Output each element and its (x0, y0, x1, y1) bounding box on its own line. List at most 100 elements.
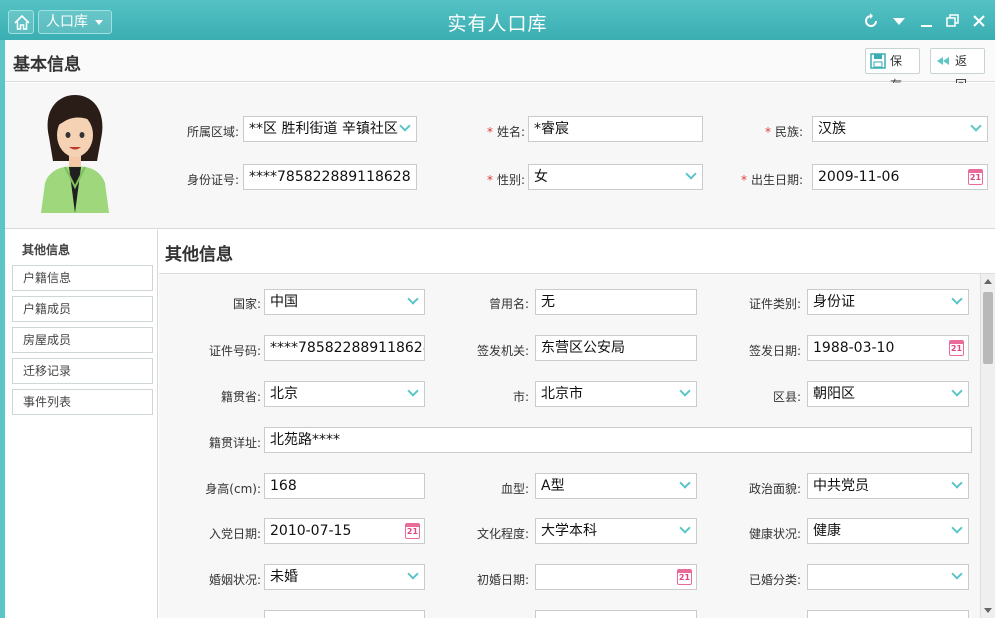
political-select[interactable]: 中共党员 (807, 473, 969, 499)
marital-select[interactable]: 未婚 (264, 564, 425, 590)
province-select[interactable]: 北京 (264, 381, 425, 407)
back-button[interactable]: 返回 (930, 48, 985, 92)
name-value: *睿宸 (534, 121, 569, 137)
chevron-down-icon (685, 168, 697, 180)
region-label: 所属区域: (186, 125, 239, 139)
party-date-field[interactable]: 2010-07-15 21 (264, 518, 425, 544)
blood-type-select[interactable]: A型 (535, 473, 697, 499)
vertical-scrollbar[interactable] (980, 274, 995, 618)
birth-label-text: 出生日期: (750, 173, 803, 187)
marital-label: 婚姻状况: (208, 573, 261, 587)
name-field[interactable]: *睿宸 (528, 116, 703, 142)
chevron-down-icon (951, 477, 963, 489)
blood-type-value: A型 (541, 478, 565, 494)
scroll-down-arrow-icon[interactable] (984, 608, 992, 613)
ethnic-label-text: 民族: (774, 125, 803, 139)
chevron-down-icon (407, 568, 419, 580)
section-title: 基本信息 (13, 55, 81, 75)
first-marriage-date-field[interactable]: 21 (535, 564, 697, 590)
required-mark: * (764, 125, 771, 139)
required-mark: * (486, 173, 493, 187)
ethnic-select[interactable]: 汉族 (812, 116, 988, 142)
doc-type-value: 身份证 (813, 294, 855, 310)
province-label: 籍贯省: (220, 390, 261, 404)
city-value: 北京市 (541, 386, 583, 402)
partial-field[interactable] (264, 610, 425, 618)
city-select[interactable]: 北京市 (535, 381, 697, 407)
save-icon (870, 53, 886, 69)
nav-item-event-list[interactable]: 事件列表 (12, 389, 153, 415)
country-select[interactable]: 中国 (264, 289, 425, 315)
address-field[interactable]: 北苑路**** (264, 427, 972, 453)
address-value: 北苑路**** (270, 432, 340, 448)
nav-item-household-info[interactable]: 户籍信息 (12, 265, 153, 291)
district-value: 朝阳区 (813, 386, 855, 402)
partial-field[interactable] (535, 610, 697, 618)
height-label: 身高(cm): (205, 482, 261, 496)
issuer-field[interactable]: 东营区公安局 (535, 335, 697, 361)
calendar-icon[interactable]: 21 (968, 169, 983, 185)
nav-item-household-members[interactable]: 户籍成员 (12, 296, 153, 322)
id-number-field[interactable]: ****785822889118628 (243, 164, 417, 190)
basic-info-section: 所属区域: **区 胜利街道 辛镇社区 * 姓名: *睿宸 * 民族: 汉族 身份证… (5, 83, 995, 229)
nav-item-migration-records[interactable]: 迁移记录 (12, 358, 153, 384)
education-label: 文化程度: (476, 527, 529, 541)
chevron-down-icon (951, 568, 963, 580)
party-date-label: 入党日期: (208, 527, 261, 541)
doc-type-select[interactable]: 身份证 (807, 289, 969, 315)
calendar-icon[interactable]: 21 (405, 523, 420, 539)
avatar (41, 95, 109, 213)
nav-item-house-members[interactable]: 房屋成员 (12, 327, 153, 353)
district-label: 区县: (772, 390, 801, 404)
required-mark: * (486, 125, 493, 139)
chevron-down-icon (407, 385, 419, 397)
issue-date-field[interactable]: 1988-03-10 21 (807, 335, 969, 361)
former-name-value: 无 (541, 294, 555, 310)
calendar-icon[interactable]: 21 (677, 569, 692, 585)
name-label: * 姓名: (445, 123, 525, 140)
political-value: 中共党员 (813, 478, 869, 494)
address-label: 籍贯详址: (208, 436, 261, 450)
birth-date-field[interactable]: 2009-11-06 21 (812, 164, 988, 190)
health-value: 健康 (813, 523, 841, 539)
scroll-up-arrow-icon[interactable] (984, 279, 992, 284)
chevron-down-icon (399, 120, 411, 132)
chevron-down-icon (951, 522, 963, 534)
health-select[interactable]: 健康 (807, 518, 969, 544)
married-type-select[interactable] (807, 564, 969, 590)
id-label: 身份证号: (186, 173, 239, 187)
birth-label: * 出生日期: (715, 171, 803, 188)
save-button[interactable]: 保存 (865, 48, 920, 92)
id-number-value: ****785822889118628 (249, 169, 411, 185)
left-nav: 其他信息 户籍信息 户籍成员 房屋成员 迁移记录 事件列表 (5, 230, 158, 618)
chevron-down-icon (679, 522, 691, 534)
province-value: 北京 (270, 386, 298, 402)
other-info-title: 其他信息 (165, 245, 233, 265)
calendar-icon[interactable]: 21 (949, 340, 964, 356)
menu-caret-icon[interactable] (891, 12, 907, 30)
restore-icon[interactable] (945, 12, 961, 30)
height-field[interactable]: 168 (264, 473, 425, 499)
country-value: 中国 (270, 294, 298, 310)
close-icon[interactable] (971, 12, 987, 30)
education-select[interactable]: 大学本科 (535, 518, 697, 544)
refresh-icon[interactable] (862, 12, 880, 30)
doc-number-field[interactable]: ****785822889118628 (264, 335, 425, 361)
region-select[interactable]: **区 胜利街道 辛镇社区 (243, 116, 417, 142)
region-value: **区 胜利街道 辛镇社区 (249, 121, 398, 137)
chevron-down-icon (407, 293, 419, 305)
name-label-text: 姓名: (496, 125, 525, 139)
partial-field[interactable] (807, 610, 969, 618)
gender-select[interactable]: 女 (528, 164, 703, 190)
former-name-field[interactable]: 无 (535, 289, 697, 315)
gender-value: 女 (534, 169, 548, 185)
minimize-icon[interactable] (919, 12, 935, 30)
nav-heading: 其他信息 (22, 243, 71, 257)
gender-label: * 性别: (445, 171, 525, 188)
district-select[interactable]: 朝阳区 (807, 381, 969, 407)
issuer-value: 东营区公安局 (541, 340, 625, 356)
scroll-thumb[interactable] (983, 292, 993, 364)
chevron-down-icon (679, 477, 691, 489)
other-info-form: 国家: 中国 曾用名: 无 证件类别: 身份证 证件号码: ****785822… (159, 274, 980, 618)
birth-date-value: 2009-11-06 (818, 169, 900, 185)
